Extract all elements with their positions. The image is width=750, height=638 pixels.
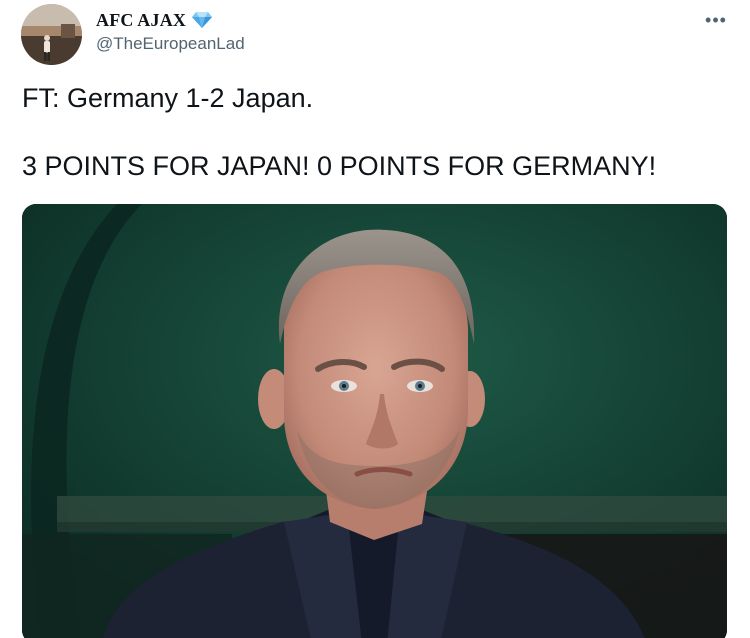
- tweet-text-line: 3 POINTS FOR JAPAN! 0 POINTS FOR GERMANY…: [22, 151, 657, 181]
- photo-image: [22, 204, 727, 638]
- tweet-text: FT: Germany 1-2 Japan. 3 POINTS FOR JAPA…: [22, 82, 722, 182]
- avatar-image: [21, 4, 82, 65]
- avatar[interactable]: [21, 4, 82, 65]
- more-horizontal-icon: •••: [705, 9, 727, 30]
- tweet-photo[interactable]: [22, 204, 727, 638]
- tweet-text-line: FT: Germany 1-2 Japan.: [22, 83, 314, 113]
- tweet-card: AFC AJAX @TheEuropeanLad ••• FT: Germany…: [0, 0, 750, 638]
- more-options-button[interactable]: •••: [700, 8, 732, 32]
- gem-stone-icon: [192, 11, 213, 29]
- author-handle[interactable]: @TheEuropeanLad: [96, 34, 245, 54]
- author-name-row[interactable]: AFC AJAX: [96, 8, 213, 32]
- author-display-name[interactable]: AFC AJAX: [96, 10, 186, 31]
